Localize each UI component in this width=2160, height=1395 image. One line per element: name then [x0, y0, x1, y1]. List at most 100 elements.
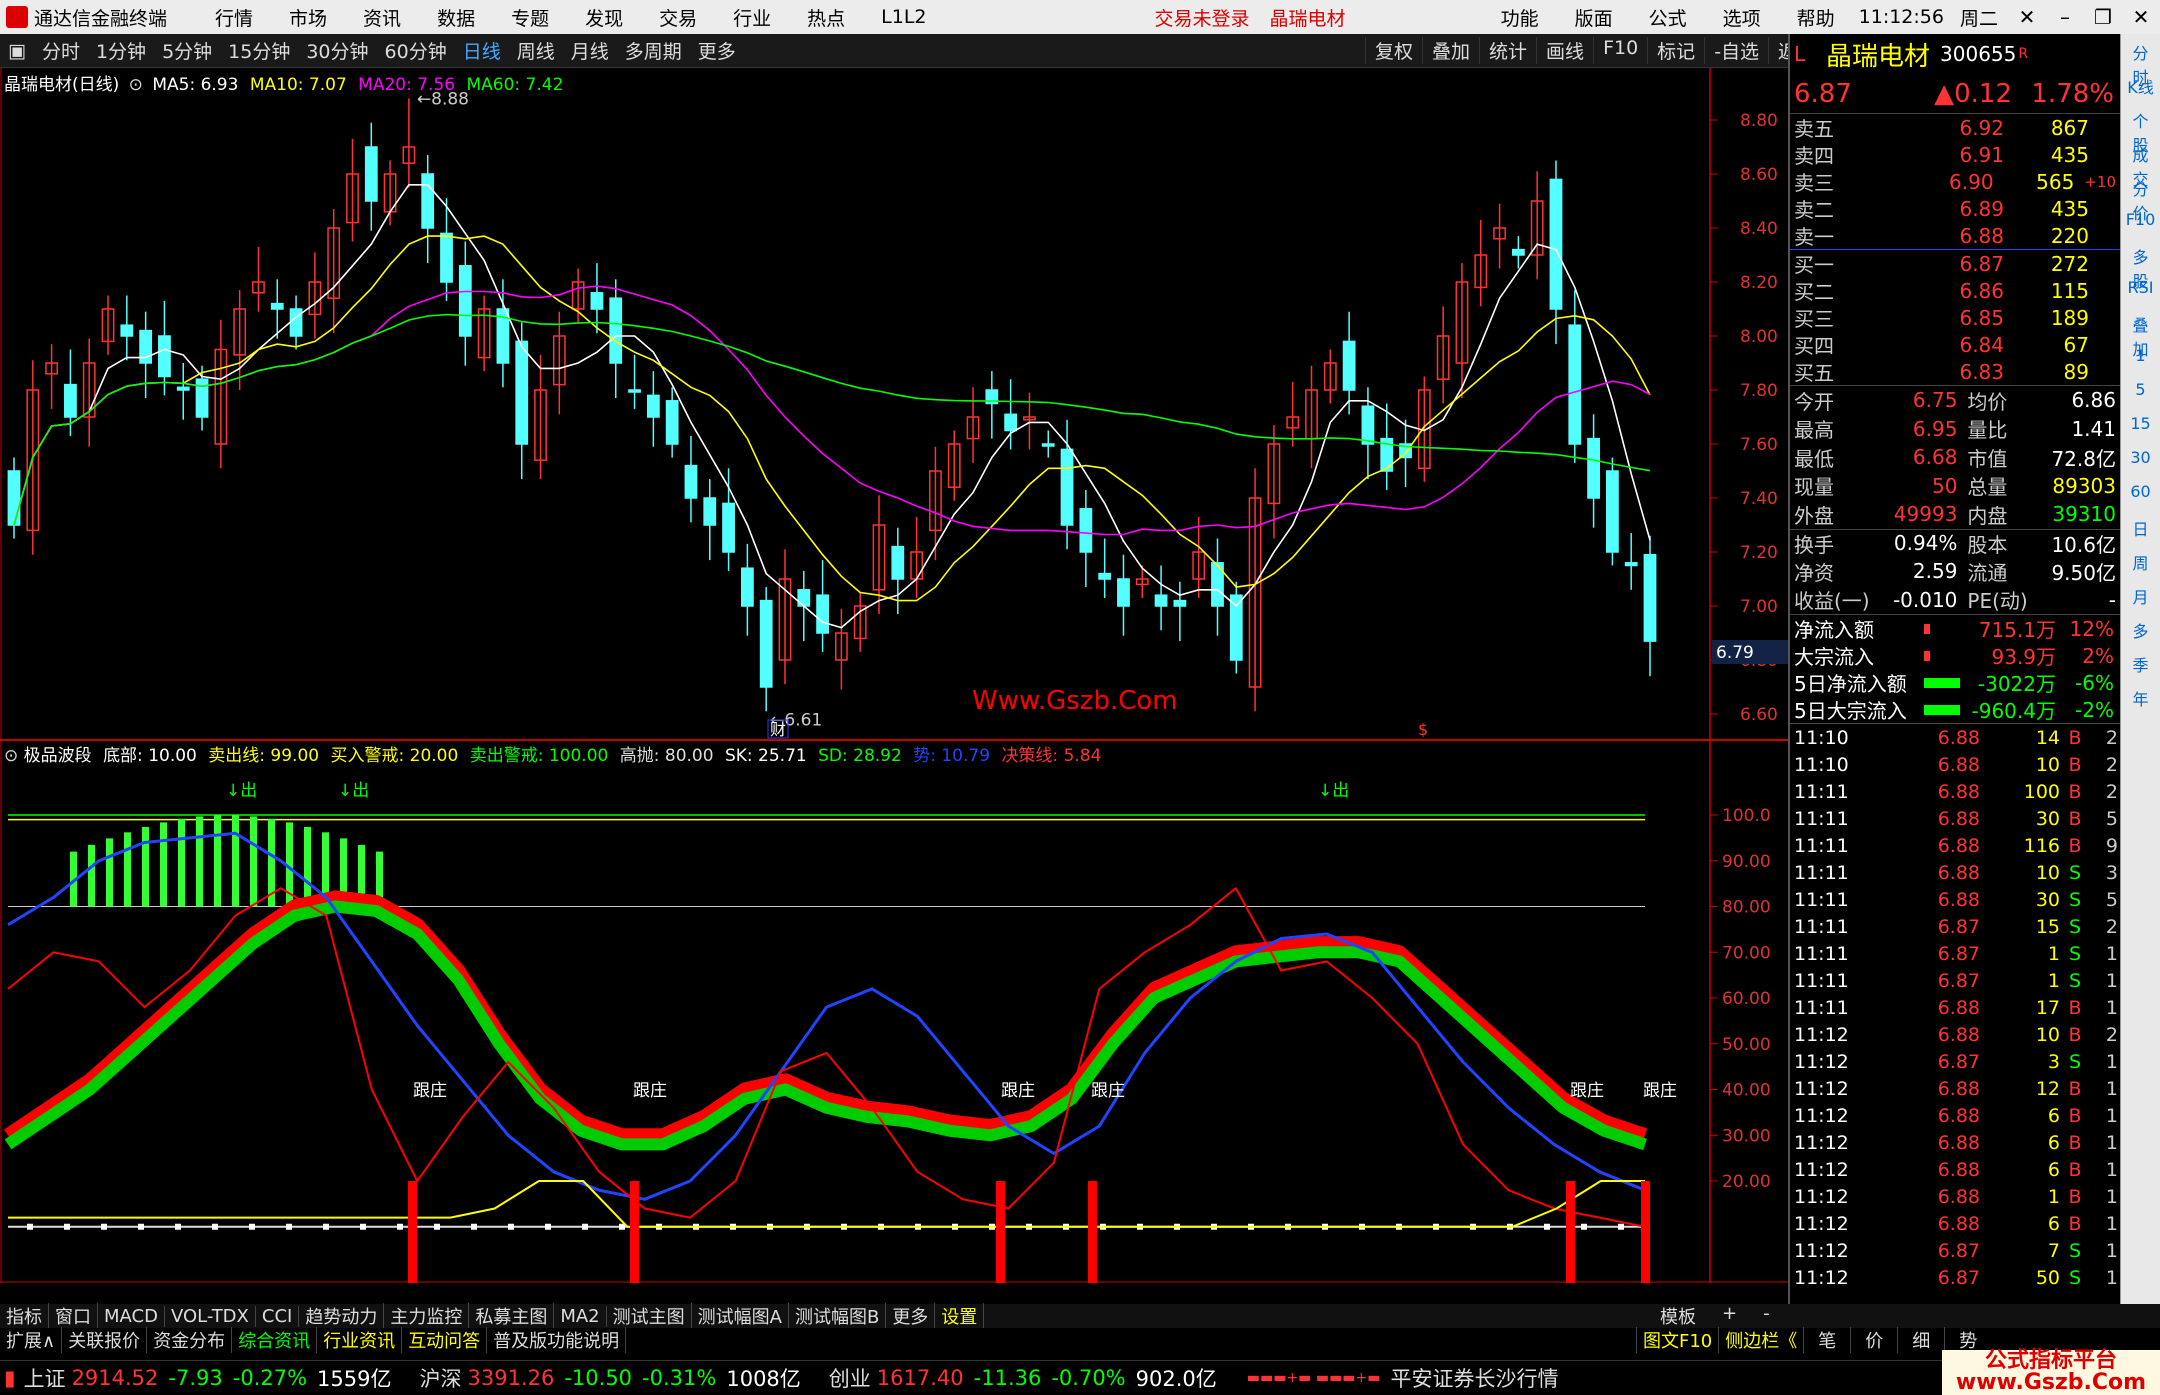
restore-icon[interactable]: ❐: [2084, 5, 2122, 29]
menu-redian[interactable]: 热点: [789, 4, 863, 31]
extension-tab[interactable]: 行业资讯: [317, 1327, 403, 1353]
indicator-tab[interactable]: 更多: [886, 1303, 936, 1329]
extension-tab[interactable]: 资金分布: [147, 1327, 233, 1353]
period-fenshi[interactable]: 分时: [34, 37, 88, 64]
tool-huaxian[interactable]: 画线: [1536, 37, 1593, 64]
tick-row[interactable]: 11:11 6.88 17 B 1: [1790, 994, 2120, 1021]
sidebar-item[interactable]: 1: [2125, 346, 2156, 374]
period-1min[interactable]: 1分钟: [88, 37, 154, 64]
chart-area[interactable]: 晶瑞电材(日线) ⊙ MA5: 6.93 MA10: 7.07 MA20: 7.…: [0, 68, 1788, 1283]
indicator-tab[interactable]: 指标: [0, 1303, 49, 1329]
tick-row[interactable]: 11:11 6.88 100 B 2: [1790, 778, 2120, 805]
extension-right-tab[interactable]: 图文F10: [1636, 1327, 1718, 1353]
sidebar-item[interactable]: 月: [2125, 584, 2156, 612]
tick-row[interactable]: 11:11 6.88 30 B 5: [1790, 805, 2120, 832]
buy-row[interactable]: 买四 6.84 67: [1790, 331, 2120, 359]
tool-biaoji[interactable]: 标记: [1647, 37, 1704, 64]
sidebar-item[interactable]: 60: [2125, 482, 2156, 510]
period-monthly[interactable]: 月线: [563, 37, 617, 64]
menu-zhuanti[interactable]: 专题: [493, 4, 567, 31]
tick-row[interactable]: 11:12 6.88 6 B 1: [1790, 1156, 2120, 1183]
indicator-tab[interactable]: CCI: [256, 1305, 300, 1327]
sidebar-item[interactable]: 多股: [2125, 244, 2156, 291]
tick-row[interactable]: 11:12 6.88 12 B 1: [1790, 1075, 2120, 1102]
menu-shuju[interactable]: 数据: [419, 4, 493, 31]
menu-gongneng[interactable]: 功能: [1483, 4, 1557, 31]
indicator-tab[interactable]: 测试主图: [607, 1303, 692, 1329]
sidebar-item[interactable]: 多: [2125, 618, 2156, 646]
extension-right-tab[interactable]: 笔: [1803, 1327, 1850, 1353]
menu-jiaoyi[interactable]: 交易: [641, 4, 715, 31]
panel-toggle-icon[interactable]: ▣: [0, 40, 34, 62]
indicator-tab[interactable]: 测试幅图B: [789, 1303, 887, 1329]
tick-row[interactable]: 11:12 6.87 3 S 1: [1790, 1048, 2120, 1075]
login-status[interactable]: 交易未登录: [1145, 4, 1260, 31]
sidebar-item[interactable]: 季: [2125, 652, 2156, 680]
sell-row[interactable]: 卖三 6.90 565 +10: [1790, 168, 2120, 196]
period-30min[interactable]: 30分钟: [298, 37, 376, 64]
indicator-tab[interactable]: MA2: [554, 1305, 607, 1327]
extension-tab[interactable]: 扩展∧: [0, 1327, 63, 1353]
buy-row[interactable]: 买二 6.86 115: [1790, 277, 2120, 305]
indicator-tab[interactable]: 设置: [935, 1303, 985, 1329]
tick-row[interactable]: 11:11 6.88 10 S 3: [1790, 859, 2120, 886]
buy-row[interactable]: 买三 6.85 189: [1790, 304, 2120, 332]
period-15min[interactable]: 15分钟: [220, 37, 298, 64]
menu-faxian[interactable]: 发现: [567, 4, 641, 31]
sidebar-item[interactable]: 30: [2125, 448, 2156, 476]
tick-list[interactable]: 11:10 6.88 14 B 2 11:10 6.88 10 B 2 11:11 6.88 100 B 2…: [1790, 724, 2120, 1291]
template-control[interactable]: 模板: [1660, 1303, 1696, 1329]
menu-banmian[interactable]: 版面: [1557, 4, 1631, 31]
tick-row[interactable]: 11:10 6.88 14 B 2: [1790, 724, 2120, 751]
indicator-tab[interactable]: 窗口: [49, 1303, 98, 1329]
indicator-tab[interactable]: VOL-TDX: [165, 1305, 256, 1327]
menu-bangzhu[interactable]: 帮助: [1779, 4, 1853, 31]
close-window-icon[interactable]: ✕: [2122, 5, 2160, 29]
period-5min[interactable]: 5分钟: [154, 37, 220, 64]
menu-hangqing[interactable]: 行情: [197, 4, 271, 31]
period-weekly[interactable]: 周线: [509, 37, 563, 64]
indicator-tab[interactable]: 测试幅图A: [692, 1303, 789, 1329]
tool-tongji[interactable]: 统计: [1479, 37, 1536, 64]
tool-f10[interactable]: F10: [1593, 37, 1647, 64]
sidebar-item[interactable]: 5: [2125, 380, 2156, 408]
buy-row[interactable]: 买一 6.87 272: [1790, 250, 2120, 278]
period-multi[interactable]: 多周期: [617, 37, 690, 64]
indicator-tab[interactable]: 私募主图: [469, 1303, 555, 1329]
tick-row[interactable]: 11:12 6.88 6 B 1: [1790, 1102, 2120, 1129]
indicator-tab[interactable]: 主力监控: [384, 1303, 470, 1329]
sell-row[interactable]: 卖四 6.91 435: [1790, 141, 2120, 169]
tool-diejia[interactable]: 叠加: [1422, 37, 1479, 64]
tick-row[interactable]: 11:12 6.88 1 B 1: [1790, 1183, 2120, 1210]
menu-l1l2[interactable]: L1L2: [863, 6, 944, 28]
sidebar-item[interactable]: 叠加: [2125, 312, 2156, 359]
sell-row[interactable]: 卖五 6.92 867: [1790, 114, 2120, 142]
tool-fuquan[interactable]: 复权: [1365, 37, 1422, 64]
period-more[interactable]: 更多: [690, 37, 744, 64]
sidebar-item[interactable]: K线: [2125, 74, 2156, 102]
menu-gongshi[interactable]: 公式: [1631, 4, 1705, 31]
sidebar-item[interactable]: F10: [2125, 210, 2156, 238]
tool-zixuan[interactable]: -自选: [1704, 37, 1768, 64]
tick-row[interactable]: 11:11 6.87 15 S 2: [1790, 913, 2120, 940]
indicator-tab[interactable]: 趋势动力: [299, 1303, 385, 1329]
template-control[interactable]: -: [1763, 1303, 1770, 1329]
sidebar-item[interactable]: 个股: [2125, 108, 2156, 155]
sell-row[interactable]: 卖一 6.88 220: [1790, 222, 2120, 250]
tick-row[interactable]: 11:12 6.88 10 B 2: [1790, 1021, 2120, 1048]
tick-row[interactable]: 11:11 6.88 30 S 5: [1790, 886, 2120, 913]
menu-shichang[interactable]: 市场: [271, 4, 345, 31]
tick-row[interactable]: 11:11 6.87 1 S 1: [1790, 940, 2120, 967]
sidebar-item[interactable]: 15: [2125, 414, 2156, 442]
sidebar-item[interactable]: 年: [2125, 686, 2156, 714]
tick-row[interactable]: 11:10 6.88 10 B 2: [1790, 751, 2120, 778]
tick-row[interactable]: 11:12 6.88 6 B 1: [1790, 1129, 2120, 1156]
tick-row[interactable]: 11:12 6.88 6 B 1: [1790, 1210, 2120, 1237]
extension-right-tab[interactable]: 细: [1897, 1327, 1944, 1353]
menu-hangye[interactable]: 行业: [715, 4, 789, 31]
extension-tab[interactable]: 普及版功能说明: [487, 1327, 627, 1353]
template-control[interactable]: +: [1722, 1303, 1737, 1329]
sidebar-item[interactable]: 分时: [2125, 40, 2156, 87]
sidebar-item[interactable]: 成交: [2125, 142, 2156, 189]
close-icon[interactable]: ✕: [2008, 5, 2046, 29]
